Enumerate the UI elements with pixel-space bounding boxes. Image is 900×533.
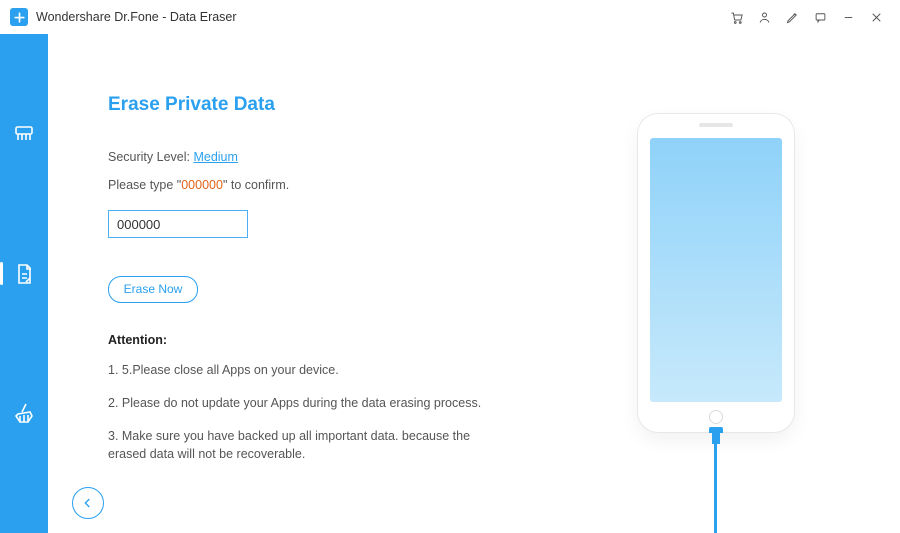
confirm-instruction: Please type "000000" to confirm. xyxy=(108,178,520,192)
usb-cable xyxy=(714,442,717,533)
attention-list: 1. 5.Please close all Apps on your devic… xyxy=(108,361,520,464)
device-illustration xyxy=(520,34,900,533)
confirm-code: 000000 xyxy=(181,178,223,192)
phone-screen xyxy=(650,138,782,402)
feedback-icon[interactable] xyxy=(806,3,834,31)
phone-outline xyxy=(638,114,794,432)
erase-now-button[interactable]: Erase Now xyxy=(108,276,198,303)
window-title: Wondershare Dr.Fone - Data Eraser xyxy=(36,10,237,24)
back-button[interactable] xyxy=(72,487,104,519)
attention-item: 1. 5.Please close all Apps on your devic… xyxy=(108,361,488,380)
sidebar-broom-icon[interactable] xyxy=(0,393,48,433)
main-panel: Erase Private Data Security Level: Mediu… xyxy=(48,34,520,533)
app-logo-icon xyxy=(10,8,28,26)
security-level-link[interactable]: Medium xyxy=(193,150,237,164)
phone-home-button xyxy=(709,410,723,424)
content-area: Erase Private Data Security Level: Mediu… xyxy=(48,34,900,533)
sidebar-document-icon[interactable] xyxy=(0,254,48,294)
attention-heading: Attention: xyxy=(108,333,520,347)
titlebar: Wondershare Dr.Fone - Data Eraser xyxy=(0,0,900,34)
account-icon[interactable] xyxy=(750,3,778,31)
cart-icon[interactable] xyxy=(722,3,750,31)
page-title: Erase Private Data xyxy=(108,94,520,116)
minimize-button[interactable] xyxy=(834,3,862,31)
security-level-line: Security Level: Medium xyxy=(108,150,520,164)
close-button[interactable] xyxy=(862,3,890,31)
attention-item: 3. Make sure you have backed up all impo… xyxy=(108,427,488,465)
attention-item: 2. Please do not update your Apps during… xyxy=(108,394,488,413)
sidebar xyxy=(0,34,48,533)
security-level-label: Security Level: xyxy=(108,150,193,164)
sidebar-shredder-icon[interactable] xyxy=(0,114,48,154)
app-window: Wondershare Dr.Fone - Data Eraser xyxy=(0,0,900,533)
confirm-input[interactable] xyxy=(108,210,248,238)
edit-icon[interactable] xyxy=(778,3,806,31)
